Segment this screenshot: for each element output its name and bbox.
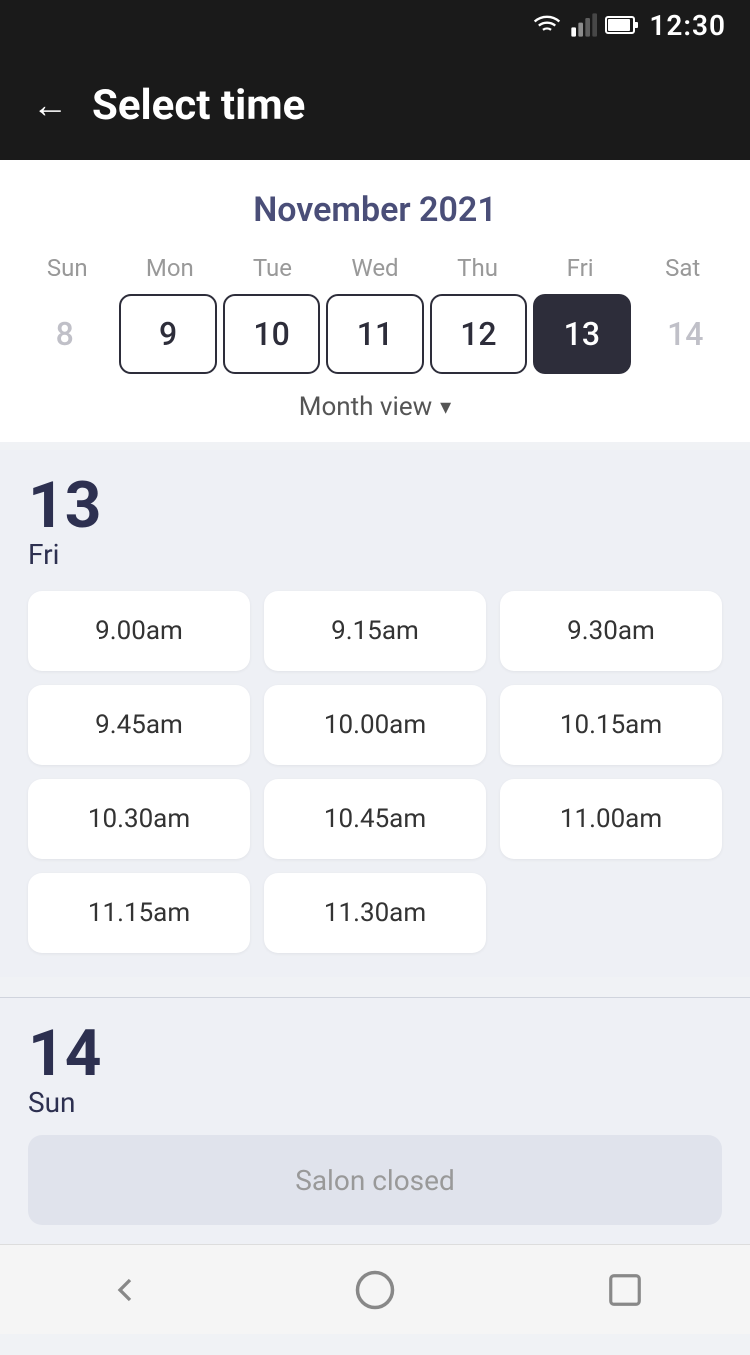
home-circle-icon: [354, 1269, 396, 1311]
time-slot-900am[interactable]: 9.00am: [28, 591, 250, 671]
time-slot-1030am[interactable]: 10.30am: [28, 779, 250, 859]
time-slot-1000am[interactable]: 10.00am: [264, 685, 486, 765]
status-bar: 12:30: [0, 0, 750, 50]
cal-day-11[interactable]: 11: [326, 294, 423, 374]
recents-square-icon: [606, 1271, 644, 1309]
month-view-label: Month view: [299, 392, 432, 422]
weekday-fri: Fri: [529, 254, 632, 282]
calendar-row: 8 9 10 11 12 13 14: [0, 294, 750, 374]
time-slot-1115am[interactable]: 11.15am: [28, 873, 250, 953]
cal-day-8[interactable]: 8: [16, 294, 113, 374]
time-slot-930am[interactable]: 9.30am: [500, 591, 722, 671]
weekday-labels: Sun Mon Tue Wed Thu Fri Sat: [0, 254, 750, 282]
back-nav-icon: [105, 1270, 145, 1310]
bottom-nav: [0, 1244, 750, 1334]
time-slot-915am[interactable]: 9.15am: [264, 591, 486, 671]
weekday-thu: Thu: [426, 254, 529, 282]
day-14-number: 14: [28, 1022, 101, 1086]
page-title: Select time: [92, 81, 305, 130]
time-slot-1045am[interactable]: 10.45am: [264, 779, 486, 859]
day-13-name: Fri: [28, 538, 59, 571]
day-13-number: 13: [28, 474, 101, 538]
weekday-sun: Sun: [16, 254, 119, 282]
weekday-tue: Tue: [221, 254, 324, 282]
month-year-label: November 2021: [0, 190, 750, 230]
cal-day-10[interactable]: 10: [223, 294, 320, 374]
weekday-sat: Sat: [631, 254, 734, 282]
day-14-header: 14 Sun: [28, 1022, 722, 1119]
status-icons: 12:30: [533, 9, 726, 42]
salon-closed-message: Salon closed: [28, 1135, 722, 1225]
calendar-section: November 2021 Sun Mon Tue Wed Thu Fri Sa…: [0, 160, 750, 442]
back-button[interactable]: ←: [32, 87, 68, 123]
nav-recents-button[interactable]: [595, 1260, 655, 1320]
day-14-name: Sun: [28, 1086, 76, 1119]
time-slot-1100am[interactable]: 11.00am: [500, 779, 722, 859]
wifi-icon: [533, 11, 561, 39]
status-time: 12:30: [649, 9, 726, 42]
signal-icon: [569, 11, 597, 39]
day-13-header: 13 Fri: [28, 474, 722, 571]
battery-icon: [605, 13, 641, 37]
cal-day-12[interactable]: 12: [430, 294, 527, 374]
cal-day-14[interactable]: 14: [637, 294, 734, 374]
closed-section-14: 14 Sun Salon closed: [0, 998, 750, 1265]
nav-back-button[interactable]: [95, 1260, 155, 1320]
time-slot-1015am[interactable]: 10.15am: [500, 685, 722, 765]
time-slots-grid: 9.00am 9.15am 9.30am 9.45am 10.00am 10.1…: [28, 591, 722, 953]
cal-day-13[interactable]: 13: [533, 294, 630, 374]
weekday-wed: Wed: [324, 254, 427, 282]
time-slot-1130am[interactable]: 11.30am: [264, 873, 486, 953]
time-slot-945am[interactable]: 9.45am: [28, 685, 250, 765]
cal-day-9[interactable]: 9: [119, 294, 216, 374]
weekday-mon: Mon: [119, 254, 222, 282]
month-view-toggle[interactable]: Month view ▾: [0, 392, 750, 422]
app-header: ← Select time: [0, 50, 750, 160]
nav-home-button[interactable]: [345, 1260, 405, 1320]
time-section-13: 13 Fri 9.00am 9.15am 9.30am 9.45am 10.00…: [0, 450, 750, 977]
chevron-down-icon: ▾: [440, 395, 451, 420]
